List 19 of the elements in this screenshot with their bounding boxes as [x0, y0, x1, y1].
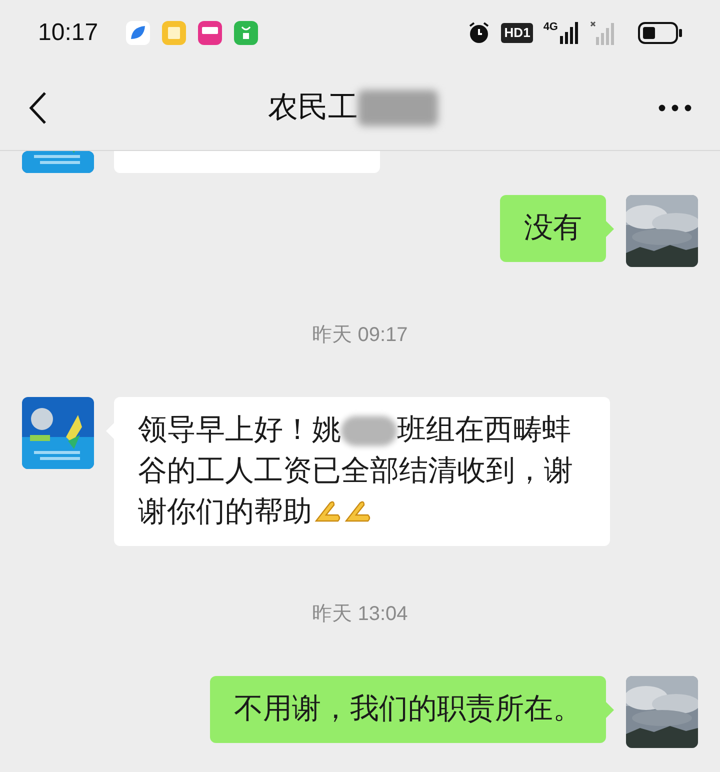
more-icon[interactable]	[658, 104, 692, 112]
message-text: 领导早上好！姚 班组在西畴蚌谷的工人工资已全部结清收到，谢谢你们的帮助	[138, 413, 574, 530]
timestamp: 昨天 09:17	[312, 323, 408, 348]
message-text: 不用谢，我们的职责所在。	[234, 692, 582, 727]
signal-icon	[560, 22, 580, 44]
hd-badge: HD1	[501, 22, 534, 42]
ticket-app-icon	[198, 20, 222, 44]
book-app-icon	[162, 20, 186, 44]
timestamp: 昨天 13:04	[312, 602, 408, 627]
leaf-app-icon	[126, 20, 150, 44]
alarm-icon	[467, 20, 492, 44]
network-label: 4G	[543, 22, 558, 32]
status-time: 10:17	[38, 18, 98, 48]
message-text: 没有	[524, 211, 582, 246]
blurred-text	[341, 416, 397, 446]
back-icon[interactable]	[28, 90, 48, 124]
bag-app-icon	[234, 20, 258, 44]
chat-title: 农民工	[268, 90, 358, 126]
battery-icon	[638, 22, 682, 44]
